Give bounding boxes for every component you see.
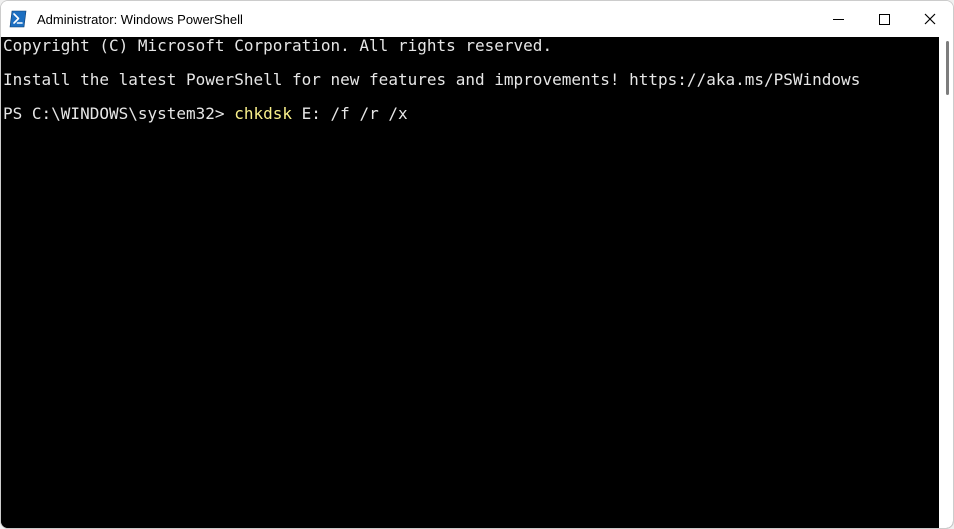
terminal-command-args: E: /f /r /x xyxy=(302,104,408,123)
maximize-icon xyxy=(879,14,890,25)
scrollbar-thumb[interactable] xyxy=(946,41,949,95)
maximize-button[interactable] xyxy=(861,1,907,37)
terminal-area: Copyright (C) Microsoft Corporation. All… xyxy=(1,37,953,528)
terminal-command-name: chkdsk xyxy=(234,104,292,123)
powershell-icon xyxy=(9,10,27,28)
window-title: Administrator: Windows PowerShell xyxy=(37,12,815,27)
terminal-line-copyright: Copyright (C) Microsoft Corporation. All… xyxy=(3,37,552,55)
terminal[interactable]: Copyright (C) Microsoft Corporation. All… xyxy=(1,37,939,528)
terminal-line-install: Install the latest PowerShell for new fe… xyxy=(3,70,860,89)
powershell-window: Administrator: Windows PowerShell Copyri… xyxy=(0,0,954,529)
scrollbar[interactable] xyxy=(939,37,953,528)
close-button[interactable] xyxy=(907,1,953,37)
minimize-icon xyxy=(833,14,844,25)
minimize-button[interactable] xyxy=(815,1,861,37)
window-controls xyxy=(815,1,953,37)
close-icon xyxy=(924,13,936,25)
titlebar[interactable]: Administrator: Windows PowerShell xyxy=(1,1,953,37)
terminal-prompt: PS C:\WINDOWS\system32> xyxy=(3,104,225,123)
